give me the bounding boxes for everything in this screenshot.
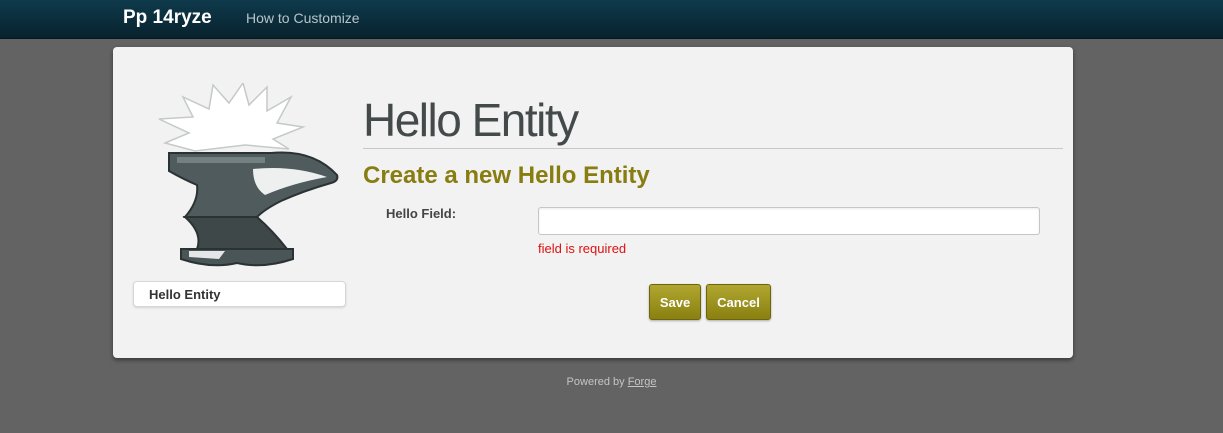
title-divider	[363, 148, 1063, 149]
forge-link[interactable]: Forge	[628, 376, 657, 388]
how-to-customize-link[interactable]: How to Customize	[246, 10, 360, 26]
form-heading: Create a new Hello Entity	[363, 162, 650, 189]
field-error-message: field is required	[538, 241, 627, 256]
page-title: Hello Entity	[363, 94, 579, 146]
hello-field-label: Hello Field:	[386, 206, 457, 221]
main-card: Hello Entity Hello Entity Create a new H…	[113, 47, 1073, 358]
sidebar-item-hello-entity[interactable]: Hello Entity	[133, 281, 346, 307]
save-button[interactable]: Save	[649, 284, 701, 320]
sidebar-item-label: Hello Entity	[149, 287, 221, 302]
brand-link[interactable]: Pp 14ryze	[123, 7, 212, 29]
anvil-icon	[153, 81, 343, 268]
footer: Powered by Forge	[0, 376, 1223, 388]
cancel-button[interactable]: Cancel	[706, 284, 771, 320]
top-navbar: Pp 14ryze How to Customize	[0, 0, 1223, 39]
footer-prefix: Powered by	[566, 376, 625, 388]
hello-field-input[interactable]	[538, 207, 1040, 235]
